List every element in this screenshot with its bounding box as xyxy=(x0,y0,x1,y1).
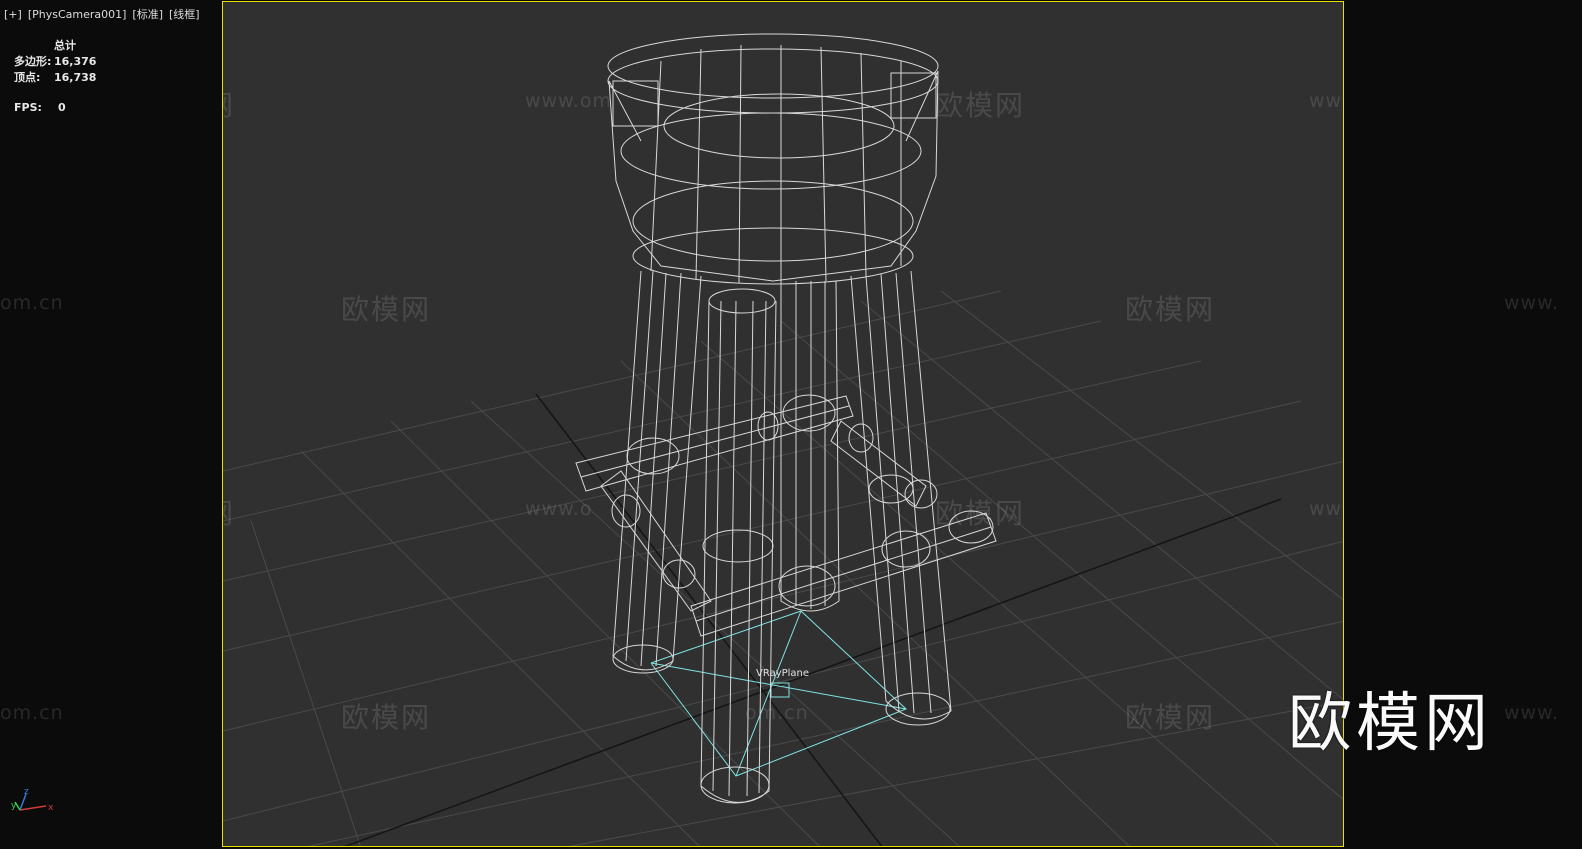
stats-polygons-label: 多边形: xyxy=(14,55,52,68)
stool-rung xyxy=(830,420,938,509)
ground-grid xyxy=(223,290,1343,846)
vray-plane-label[interactable]: VRayPlane xyxy=(756,668,809,679)
stool-seat xyxy=(607,33,939,285)
watermark-url: www.om xyxy=(525,90,613,112)
watermark-logo: 欧模网 xyxy=(223,84,235,124)
stats-polygons-value: 16,376 xyxy=(54,55,97,68)
stool-leg xyxy=(700,288,777,804)
stats-vertices-row: 顶点: 16,738 xyxy=(14,70,96,86)
vray-plane-wire xyxy=(650,610,907,777)
stats-polygons-row: 多边形: 16,376 xyxy=(14,54,96,70)
axis-z-label: z xyxy=(24,787,29,797)
watermark-logo: 欧模网 xyxy=(935,497,1026,530)
watermark-url: om.cn xyxy=(745,702,809,724)
brand-watermark-logo: 欧模网 xyxy=(1288,687,1492,761)
watermark-logo: 欧模网 xyxy=(341,701,432,734)
watermark-url: om.cn xyxy=(0,702,64,724)
watermark-logo: 欧模网 xyxy=(341,293,432,326)
watermark-logo: 欧模网 xyxy=(1125,701,1216,734)
watermark-logo: 欧模网 xyxy=(1125,293,1216,326)
stats-fps-label: FPS: xyxy=(14,101,42,114)
watermark-url: www.om.cn xyxy=(1309,498,1343,520)
camera-viewport[interactable]: 欧模网 www.om 欧模网 www.om.cn 欧模网 欧模网 欧模网 www… xyxy=(222,1,1344,847)
stats-vertices-label: 顶点: xyxy=(14,71,41,84)
axis-y-label: y xyxy=(11,801,17,811)
viewport-statistics: 总计 多边形: 16,376 顶点: 16,738 xyxy=(14,38,96,86)
watermark-url: om.cn xyxy=(0,292,64,314)
watermark-url: www.om.cn xyxy=(1309,90,1343,112)
stats-fps-value: 0 xyxy=(58,101,66,114)
watermark-logo: 欧模网 xyxy=(223,492,235,532)
stats-header: 总计 xyxy=(54,39,76,52)
viewport-shading-wireframe-menu[interactable]: [线框] xyxy=(169,8,200,21)
viewport-shading-standard-menu[interactable]: [标准] xyxy=(132,8,163,21)
viewport-label-menu[interactable]: [+] [PhysCamera001] [标准] [线框] xyxy=(4,6,206,22)
viewport-camera-menu[interactable]: [PhysCamera001] xyxy=(28,8,127,21)
stats-vertices-value: 16,738 xyxy=(54,71,97,84)
stats-fps: FPS: 0 xyxy=(14,101,66,114)
watermark-logo: 欧模网 xyxy=(935,89,1026,122)
axis-gizmo-icon: x z y xyxy=(11,787,54,813)
viewport-general-menu[interactable]: [+] xyxy=(4,8,22,21)
watermark-url: www. xyxy=(1504,292,1559,314)
watermark-url: www. xyxy=(1504,702,1559,724)
axis-x-label: x xyxy=(48,803,54,813)
watermark-url: www.o xyxy=(525,498,593,520)
stool-leg xyxy=(612,270,702,674)
